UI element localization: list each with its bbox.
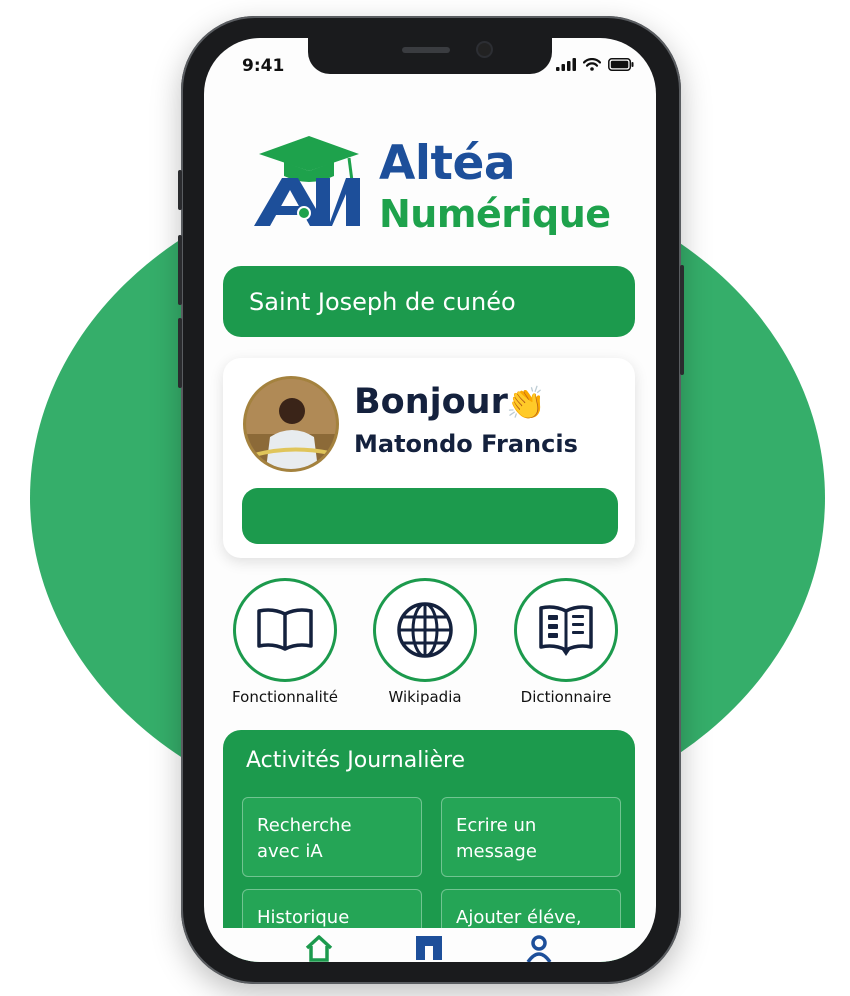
brand-name-line1: Altéa	[379, 136, 516, 191]
user-name: Matondo Francis	[354, 430, 578, 458]
school-name-banner[interactable]: Saint Joseph de cunéo	[223, 266, 635, 337]
avatar[interactable]	[243, 376, 339, 472]
front-camera	[478, 43, 491, 56]
profile-icon[interactable]	[524, 934, 554, 962]
activity-tile-recherche[interactable]: Recherche avec iA	[242, 797, 422, 877]
dictionary-icon	[539, 605, 593, 656]
brand-name-line2: Numérique	[379, 192, 611, 236]
tile-label: message	[456, 841, 537, 862]
book-icon	[257, 608, 313, 651]
status-icons	[556, 58, 634, 71]
wifi-icon	[583, 58, 601, 71]
school-name: Saint Joseph de cunéo	[249, 287, 516, 316]
school-icon[interactable]	[414, 934, 444, 962]
logo-icon	[254, 136, 360, 226]
signal-icon	[556, 58, 576, 71]
feature-label: Dictionnaire	[520, 688, 612, 706]
tile-label: Recherche	[257, 815, 352, 836]
home-icon[interactable]	[304, 934, 334, 962]
speaker	[402, 47, 450, 53]
battery-icon	[608, 58, 634, 71]
globe-icon	[397, 602, 453, 658]
activities-title: Activités Journalière	[246, 748, 466, 773]
waving-hand-icon: 👏	[506, 384, 546, 422]
phone-side-button	[178, 170, 182, 210]
activity-tile-message[interactable]: Ecrire un message	[441, 797, 621, 877]
status-time: 9:41	[242, 56, 285, 76]
tile-label: avec iA	[257, 841, 323, 862]
greeting: Bonjour	[354, 382, 508, 422]
feature-fonctionnalite-button[interactable]	[233, 578, 337, 682]
feature-wikipadia-button[interactable]	[373, 578, 477, 682]
user-card: Bonjour 👏 Matondo Francis	[223, 358, 635, 558]
phone-screen: 9:41 Altéa Numérique Saint Joseph de cun…	[204, 38, 656, 962]
card-action-bar[interactable]	[242, 488, 618, 544]
phone-power-button	[680, 265, 684, 375]
phone-side-button	[178, 235, 182, 305]
notch	[308, 38, 552, 74]
feature-dictionnaire-button[interactable]	[514, 578, 618, 682]
feature-label: Wikipadia	[388, 688, 462, 706]
tile-label: Ecrire un	[456, 815, 537, 836]
feature-label: Fonctionnalité	[232, 688, 338, 706]
avatar-photo	[246, 379, 336, 469]
bottom-nav	[204, 928, 656, 962]
phone-side-button	[178, 318, 182, 388]
